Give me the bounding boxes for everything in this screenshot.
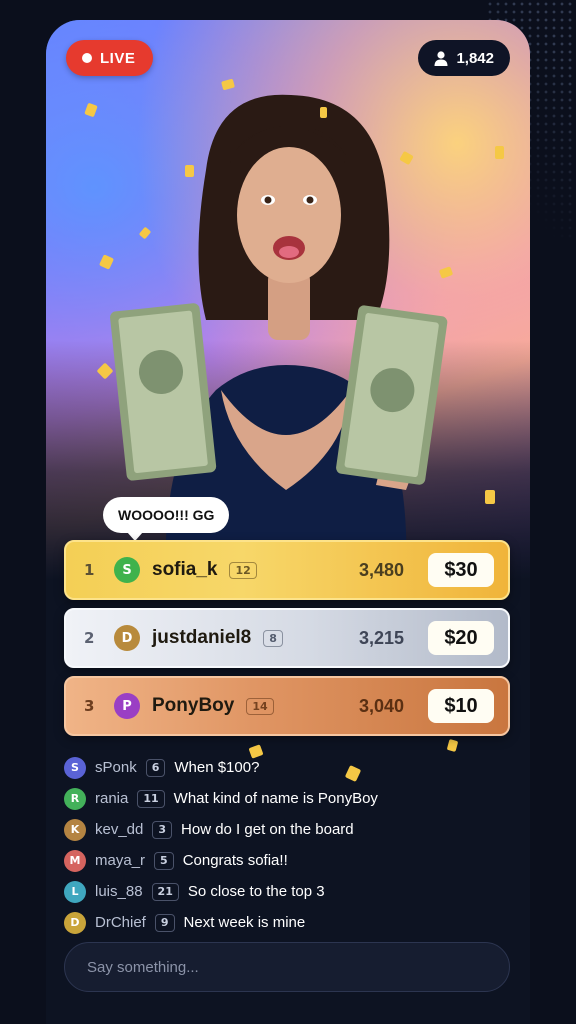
leaderboard-row-1[interactable]: 1 S sofia_k 12 3,480 $30: [64, 540, 510, 600]
avatar: S: [114, 557, 140, 583]
chat-message: L luis_88 21 So close to the top 3: [64, 876, 510, 907]
leaderboard-username: PonyBoy: [152, 695, 235, 716]
avatar: M: [64, 849, 86, 872]
leaderboard-rank: 3: [84, 697, 95, 715]
avatar: D: [114, 625, 140, 651]
chat-message: M maya_r 5 Congrats sofia!!: [64, 845, 510, 876]
live-badge: LIVE: [66, 40, 154, 76]
chat-username[interactable]: DrChief: [95, 914, 146, 931]
level-badge: 8: [263, 629, 283, 647]
prize-badge: $30: [428, 553, 494, 587]
avatar: R: [64, 787, 86, 810]
chat-input[interactable]: [85, 957, 489, 977]
chat-message: S sPonk 6 When $100?: [64, 752, 510, 783]
level-badge: 5: [154, 851, 174, 870]
avatar: D: [64, 911, 86, 934]
confetti: [446, 739, 459, 752]
level-badge: 9: [154, 913, 175, 932]
prize-badge: $10: [428, 689, 494, 723]
chat-username[interactable]: sPonk: [95, 759, 137, 776]
avatar: S: [64, 756, 86, 779]
leaderboard-username: sofia_k: [152, 559, 218, 580]
chat-username[interactable]: maya_r: [95, 852, 145, 869]
chat-message: R rania 11 What kind of name is PonyBoy: [64, 783, 510, 814]
level-badge: 3: [152, 820, 173, 839]
speech-bubble: WOOOO!!! GG: [103, 497, 230, 541]
avatar: K: [64, 818, 86, 841]
live-dot-icon: [82, 53, 92, 63]
chat-message: D DrChief 9 Next week is mine: [64, 907, 510, 938]
viewer-count: 1,842: [456, 49, 494, 67]
chat-text: So close to the top 3: [187, 883, 325, 900]
chat-text: How do I get on the board: [181, 821, 354, 838]
chat-username[interactable]: kev_dd: [95, 821, 143, 838]
leaderboard-rank: 1: [84, 561, 95, 579]
live-stream-screen: LIVE 1,842 WOOOO!!! GG 1 S sofia_k 12 3,…: [46, 20, 530, 1024]
live-label: LIVE: [100, 49, 136, 67]
chat-username[interactable]: luis_88: [95, 883, 143, 900]
level-badge: 14: [246, 697, 274, 715]
level-badge: 11: [137, 789, 165, 808]
leaderboard-username: justdaniel8: [152, 627, 252, 648]
chat-feed: S sPonk 6 When $100? R rania 11 What kin…: [64, 752, 510, 938]
viewer-count-badge: 1,842: [418, 40, 510, 76]
confetti: [320, 107, 327, 118]
avatar: P: [114, 693, 140, 719]
level-badge: 6: [145, 758, 166, 777]
chat-text: Next week is mine: [183, 914, 306, 931]
leaderboard-score: 3,215: [358, 627, 404, 648]
chat-text: When $100?: [174, 759, 260, 776]
streamer-image: [110, 94, 448, 580]
chat-input-container: [64, 942, 510, 992]
confetti: [485, 490, 495, 504]
leaderboard-rank: 2: [84, 629, 95, 647]
leaderboard-row-3[interactable]: 3 P PonyBoy 14 3,040 $10: [64, 676, 510, 736]
chat-username[interactable]: rania: [95, 790, 128, 807]
chat-text: Congrats sofia!!: [182, 852, 288, 869]
confetti: [495, 146, 504, 159]
level-badge: 12: [229, 561, 257, 579]
leaderboard-score: 3,480: [358, 559, 404, 580]
prize-badge: $20: [428, 621, 494, 655]
confetti: [185, 165, 194, 177]
leaderboard-score: 3,040: [358, 695, 404, 716]
avatar: L: [64, 880, 86, 903]
person-icon: [434, 50, 448, 66]
chat-text: What kind of name is PonyBoy: [173, 790, 378, 807]
level-badge: 21: [151, 882, 179, 901]
leaderboard-row-2[interactable]: 2 D justdaniel8 8 3,215 $20: [64, 608, 510, 668]
chat-message: K kev_dd 3 How do I get on the board: [64, 814, 510, 845]
